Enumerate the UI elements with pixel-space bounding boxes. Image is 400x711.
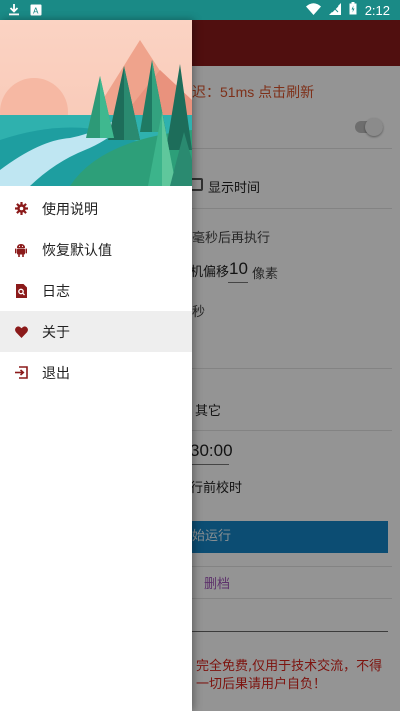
menu-item-exit[interactable]: 退出 xyxy=(0,352,192,393)
app-store-icon: A xyxy=(30,4,42,20)
menu-label: 使用说明 xyxy=(42,201,98,218)
gear-icon xyxy=(14,202,28,216)
drawer-menu: 使用说明 恢复默认值 日志 关于 退出 xyxy=(0,188,192,393)
menu-label: 退出 xyxy=(42,365,70,382)
menu-item-about[interactable]: 关于 xyxy=(0,311,192,352)
drawer-header-illustration xyxy=(0,20,192,186)
download-icon xyxy=(8,3,20,20)
menu-item-restore-defaults[interactable]: 恢复默认值 xyxy=(0,229,192,270)
signal-icon xyxy=(328,2,341,19)
navigation-drawer: 使用说明 恢复默认值 日志 关于 退出 xyxy=(0,20,192,711)
menu-label: 日志 xyxy=(42,283,70,300)
android-icon xyxy=(14,243,28,257)
wifi-icon xyxy=(305,2,321,19)
menu-item-instructions[interactable]: 使用说明 xyxy=(0,188,192,229)
svg-text:A: A xyxy=(33,6,39,15)
battery-icon xyxy=(349,2,357,19)
menu-item-log[interactable]: 日志 xyxy=(0,270,192,311)
menu-label: 恢复默认值 xyxy=(42,242,112,259)
exit-icon xyxy=(14,366,28,380)
menu-label: 关于 xyxy=(42,324,70,341)
status-bar: A 2:12 xyxy=(0,0,400,20)
status-time: 2:12 xyxy=(364,3,390,18)
document-search-icon xyxy=(14,283,28,298)
heart-icon xyxy=(14,325,28,339)
